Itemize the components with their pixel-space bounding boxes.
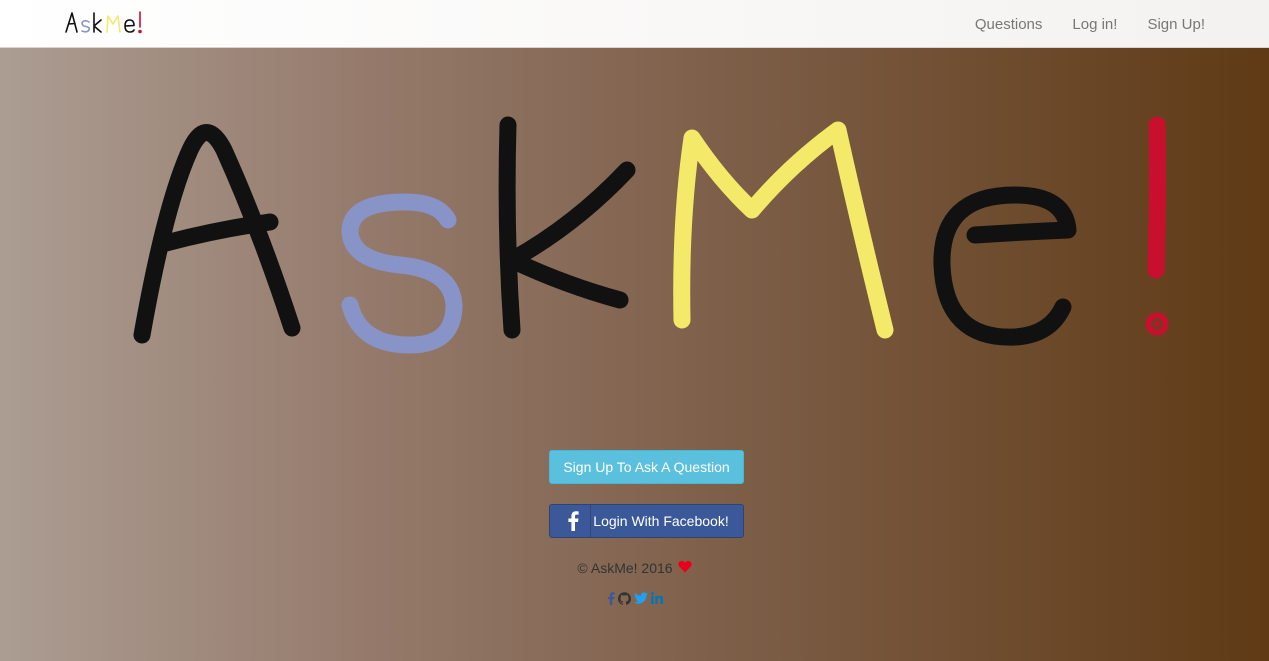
logo-letter-exclaim bbox=[1147, 116, 1166, 279]
logo-letter-s bbox=[341, 193, 463, 354]
nav-links: Questions Log in! Sign Up! bbox=[975, 0, 1205, 48]
facebook-icon bbox=[556, 505, 591, 537]
nav-questions-link[interactable]: Questions bbox=[975, 16, 1043, 33]
signup-to-ask-label: Sign Up To Ask A Question bbox=[563, 459, 730, 475]
copyright-text: © AskMe! 2016 bbox=[577, 560, 673, 576]
brand-logo[interactable] bbox=[64, 8, 156, 38]
heart-icon bbox=[677, 560, 692, 576]
logo-letter-k bbox=[498, 116, 521, 339]
footer-copyright: © AskMe! 2016 bbox=[0, 558, 1269, 578]
github-icon[interactable] bbox=[617, 591, 631, 605]
hero-section: Sign Up To Ask A Question Login With Fac… bbox=[0, 48, 1269, 661]
social-links bbox=[0, 590, 1269, 606]
linkedin-icon[interactable] bbox=[650, 592, 663, 604]
login-with-facebook-label: Login With Facebook! bbox=[593, 513, 729, 529]
hero-logo bbox=[133, 116, 1169, 354]
facebook-icon[interactable] bbox=[607, 591, 615, 605]
login-with-facebook-button[interactable]: Login With Facebook! bbox=[549, 504, 744, 538]
logo-letter-e bbox=[933, 186, 1077, 346]
logo-letter-m bbox=[673, 121, 894, 339]
nav-signup-link[interactable]: Sign Up! bbox=[1147, 16, 1205, 33]
navbar: Questions Log in! Sign Up! bbox=[0, 0, 1269, 48]
signup-to-ask-button[interactable]: Sign Up To Ask A Question bbox=[549, 450, 744, 484]
nav-login-link[interactable]: Log in! bbox=[1072, 16, 1117, 33]
twitter-icon[interactable] bbox=[633, 592, 648, 604]
